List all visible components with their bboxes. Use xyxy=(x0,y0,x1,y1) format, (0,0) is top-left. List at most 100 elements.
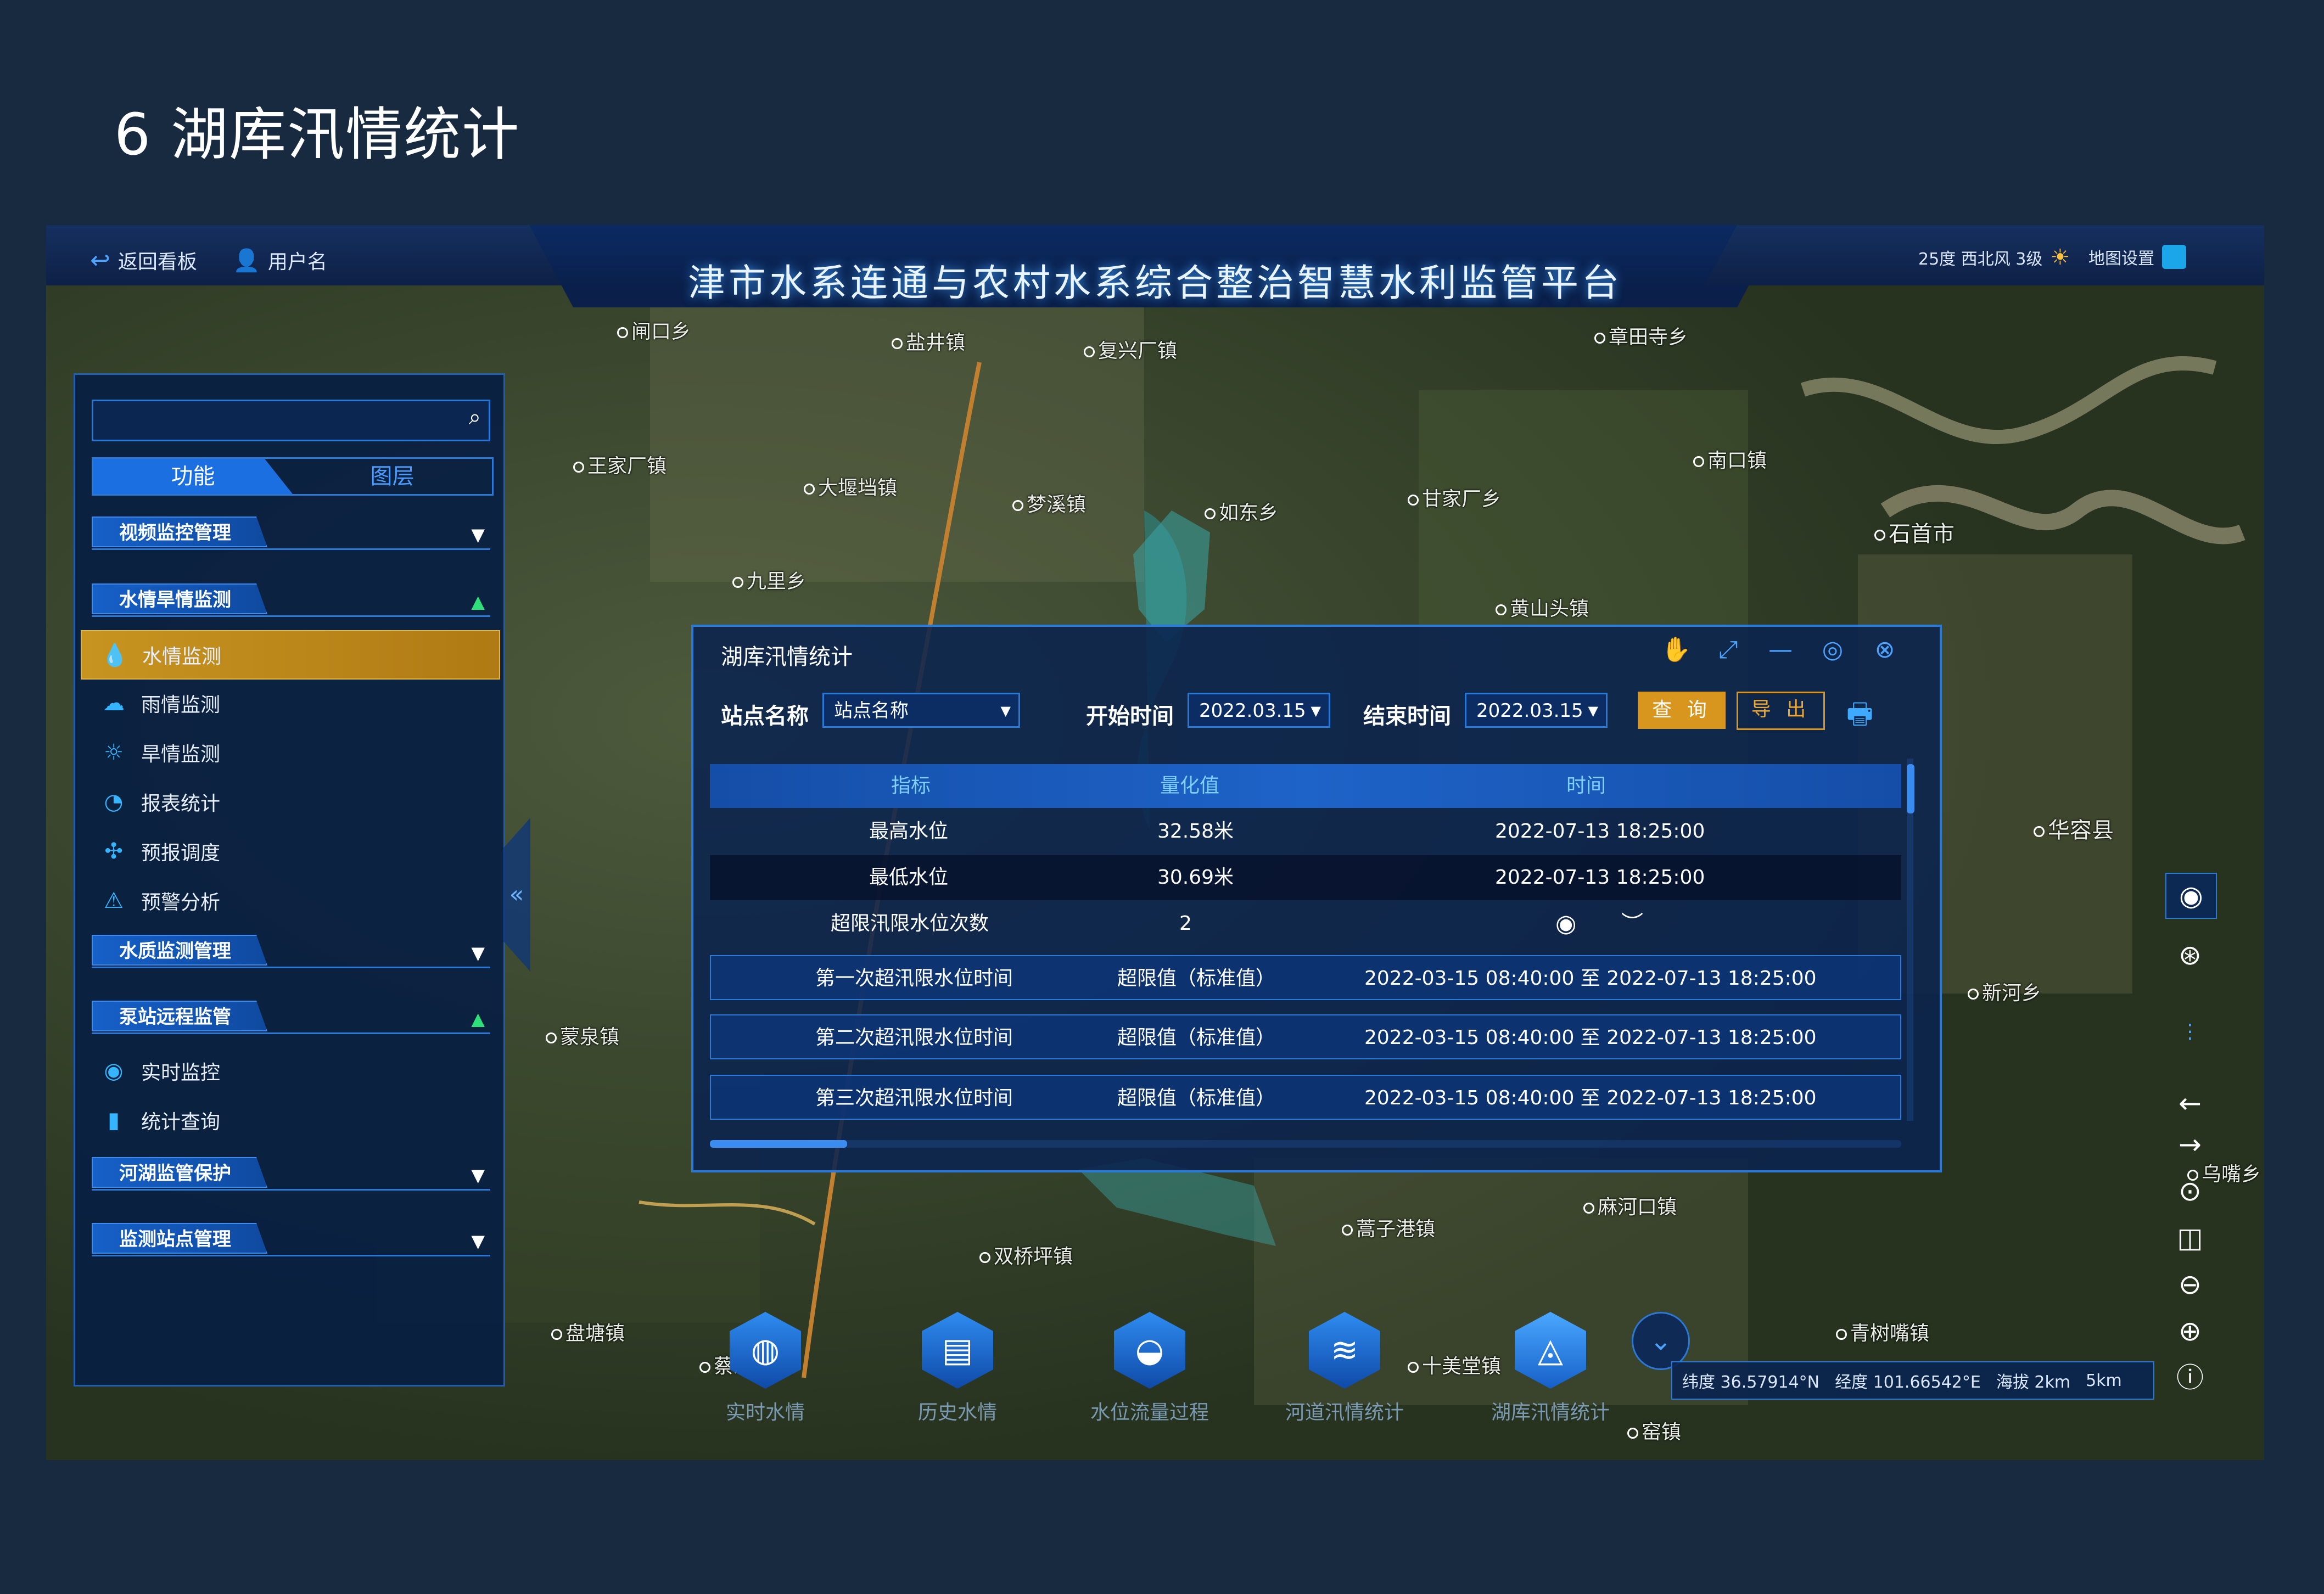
map-settings-label: 地图设置 xyxy=(2088,249,2154,268)
section-label: 河湖监管保护 xyxy=(92,1157,267,1188)
station-select[interactable]: 站点名称 ▼ xyxy=(822,693,1020,728)
weather-info: 25度 西北风 3级 ☀ xyxy=(1918,245,2070,270)
value-cell: 32.58米 xyxy=(1157,820,1234,843)
menu-item-warning-analysis[interactable]: ⚠ 预警分析 xyxy=(81,877,498,924)
minimize-icon[interactable]: — xyxy=(1764,633,1797,666)
bar-chart-icon: ▮ xyxy=(107,1108,120,1133)
dock-reservoir-flood-stats[interactable]: ◬ 湖库汛情统计 xyxy=(1485,1312,1616,1449)
section-label: 水质监测管理 xyxy=(92,935,267,966)
tab-layers[interactable]: 图层 xyxy=(293,459,492,494)
zoom-in-icon[interactable]: ⊕ xyxy=(2165,1309,2215,1353)
target-icon[interactable]: ⊙ xyxy=(2165,1169,2215,1213)
pan-hand-icon[interactable]: ✋ xyxy=(1660,633,1693,666)
indicator-cell: 第二次超汛限水位时间 xyxy=(815,1026,1013,1049)
split-view-icon[interactable]: ◫ xyxy=(2165,1216,2215,1260)
zoom-slider[interactable]: ⋮ xyxy=(2165,994,2215,1070)
search-icon[interactable]: ⌕ xyxy=(469,405,481,430)
table-row[interactable]: 最高水位 32.58米 2022-07-13 18:25:00 xyxy=(710,809,1901,854)
end-time-label: 结束时间 xyxy=(1363,704,1451,729)
back-label: 返回看板 xyxy=(117,251,197,273)
dock-label: 湖库汛情统计 xyxy=(1491,1401,1610,1424)
dock-label: 河道汛情统计 xyxy=(1285,1401,1404,1424)
weather-text: 25度 西北风 3级 xyxy=(1918,250,2043,269)
indicator-cell: 第三次超汛限水位时间 xyxy=(815,1087,1013,1109)
divider xyxy=(92,1189,490,1191)
dock-water-flow-process[interactable]: ◒ 水位流量过程 xyxy=(1084,1312,1216,1449)
menu-item-water-monitoring[interactable]: 💧 水情监测 xyxy=(81,630,500,680)
app-header: ↩ 返回看板 👤 用户名 津市水系连通与农村水系综合整治智慧水利监管平台 25度… xyxy=(46,225,2264,307)
arrow-left-icon[interactable]: ← xyxy=(2165,1081,2215,1125)
tab-function[interactable]: 功能 xyxy=(93,459,293,494)
divider xyxy=(92,1032,490,1034)
dock-river-flood-stats[interactable]: ≋ 河道汛情统计 xyxy=(1279,1312,1410,1449)
info-icon[interactable]: ⓘ xyxy=(2165,1356,2215,1400)
altitude-readout: 海拔 2km xyxy=(1996,1373,2071,1392)
back-button[interactable]: ↩ 返回看板 xyxy=(90,246,197,274)
time-cell: 2022-03-15 08:40:00 至 2022-07-13 18:25:0… xyxy=(1364,967,1817,990)
dock-realtime-water[interactable]: ◍ 实时水情 xyxy=(699,1312,831,1449)
section-water-quality[interactable]: 水质监测管理 ▼ xyxy=(92,935,490,968)
show-eye-icon[interactable]: ◉ xyxy=(1555,901,1576,946)
start-date-picker[interactable]: 2022.03.15 ▼ xyxy=(1188,693,1330,728)
menu-label: 预警分析 xyxy=(141,891,221,914)
horizontal-scrollbar-track[interactable] xyxy=(710,1140,1901,1148)
menu-item-rain-monitoring[interactable]: ☁ 雨情监测 xyxy=(81,680,498,727)
column-header: 量化值 xyxy=(1160,774,1220,797)
scale-readout: 5km xyxy=(2086,1371,2122,1390)
section-station-management[interactable]: 监测站点管理 ▼ xyxy=(92,1223,490,1256)
dialog-title: 湖库汛情统计 xyxy=(721,644,853,670)
compass-icon[interactable]: ⊛ xyxy=(2165,922,2215,988)
query-button[interactable]: 查 询 xyxy=(1638,692,1726,729)
dock-label: 实时水情 xyxy=(725,1401,805,1424)
chevron-up-icon: ▲ xyxy=(471,1008,485,1029)
column-header: 指标 xyxy=(891,774,931,797)
section-pump-station[interactable]: 泵站远程监管 ▲ xyxy=(92,1001,490,1034)
fullscreen-icon[interactable]: ⤢ xyxy=(1712,633,1745,666)
table-row[interactable]: 第三次超汛限水位时间 超限值（标准值） 2022-03-15 08:40:00 … xyxy=(710,1075,1901,1120)
station-name-label: 站点名称 xyxy=(721,704,809,729)
start-date-value: 2022.03.15 xyxy=(1199,700,1306,722)
table-row[interactable]: 第二次超汛限水位时间 超限值（标准值） 2022-03-15 08:40:00 … xyxy=(710,1014,1901,1059)
menu-item-report-statistics[interactable]: ◔ 报表统计 xyxy=(81,778,498,826)
section-river-lake-protection[interactable]: 河湖监管保护 ▼ xyxy=(92,1157,490,1191)
end-date-picker[interactable]: 2022.03.15 ▼ xyxy=(1465,693,1608,728)
menu-item-forecast-dispatch[interactable]: ✣ 预报调度 xyxy=(81,828,498,875)
export-button[interactable]: 导 出 xyxy=(1737,692,1825,730)
table-row[interactable]: 第一次超汛限水位时间 超限值（标准值） 2022-03-15 08:40:00 … xyxy=(710,955,1901,1000)
vertical-scrollbar-thumb[interactable] xyxy=(1907,764,1914,813)
table-row[interactable]: 最低水位 30.69米 2022-07-13 18:25:00 xyxy=(710,855,1901,900)
user-menu[interactable]: 👤 用户名 xyxy=(233,246,327,274)
bottom-dock: ◍ 实时水情 ▤ 历史水情 ◒ 水位流量过程 ≋ 河道汛情统计 ◬ 湖库汛情统计 xyxy=(606,1312,1693,1460)
section-water-drought[interactable]: 水情旱情监测 ▲ xyxy=(92,583,490,617)
indicator-cell: 最高水位 xyxy=(869,820,949,843)
close-icon[interactable]: ⊗ xyxy=(1868,633,1901,666)
cloud-icon: ☁ xyxy=(103,691,125,716)
section-video-monitoring[interactable]: 视频监控管理 ▼ xyxy=(92,517,490,550)
user-label: 用户名 xyxy=(267,251,327,273)
dock-history-water[interactable]: ▤ 历史水情 xyxy=(892,1312,1023,1449)
arrow-right-icon[interactable]: → xyxy=(2165,1122,2215,1166)
menu-label: 水情监测 xyxy=(142,646,222,668)
chevron-up-icon: ▲ xyxy=(471,591,485,612)
map-settings-button[interactable]: 地图设置 xyxy=(2088,245,2186,269)
chevron-down-icon: ▼ xyxy=(471,942,485,963)
alarm-icon: ⚠ xyxy=(104,888,124,913)
menu-item-statistics-query[interactable]: ▮ 统计查询 xyxy=(81,1097,498,1144)
menu-item-drought-monitoring[interactable]: ☼ 旱情监测 xyxy=(81,729,498,776)
measure-icon[interactable]: ⊖ xyxy=(2165,1262,2215,1306)
sidebar-tabs: 功能 图层 xyxy=(92,457,494,496)
table-row[interactable]: 超限汛限水位次数 2 ◉ ︶ xyxy=(710,901,1901,946)
horizontal-scrollbar-thumb[interactable] xyxy=(710,1140,847,1148)
menu-item-realtime-monitoring[interactable]: ◉ 实时监控 xyxy=(81,1047,498,1095)
station-select-value: 站点名称 xyxy=(834,700,909,722)
end-date-value: 2022.03.15 xyxy=(1476,700,1583,722)
wave-icon: ≋ xyxy=(1309,1312,1380,1389)
hide-eye-icon[interactable]: ◎ xyxy=(1816,633,1849,666)
reservoir-flood-dialog: 湖库汛情统计 ✋ ⤢ — ◎ ⊗ 站点名称 站点名称 ▼ 开始时间 2022.0… xyxy=(691,625,1942,1172)
locate-icon[interactable]: ◉ xyxy=(2165,873,2217,919)
print-icon[interactable]: 🖶 xyxy=(1846,693,1873,742)
section-label: 水情旱情监测 xyxy=(92,583,267,614)
hide-eye-icon[interactable]: ︶ xyxy=(1621,901,1643,946)
longitude-readout: 经度 101.66542°E xyxy=(1835,1373,1981,1392)
sidebar-search-input[interactable]: ⌕ xyxy=(92,400,490,441)
